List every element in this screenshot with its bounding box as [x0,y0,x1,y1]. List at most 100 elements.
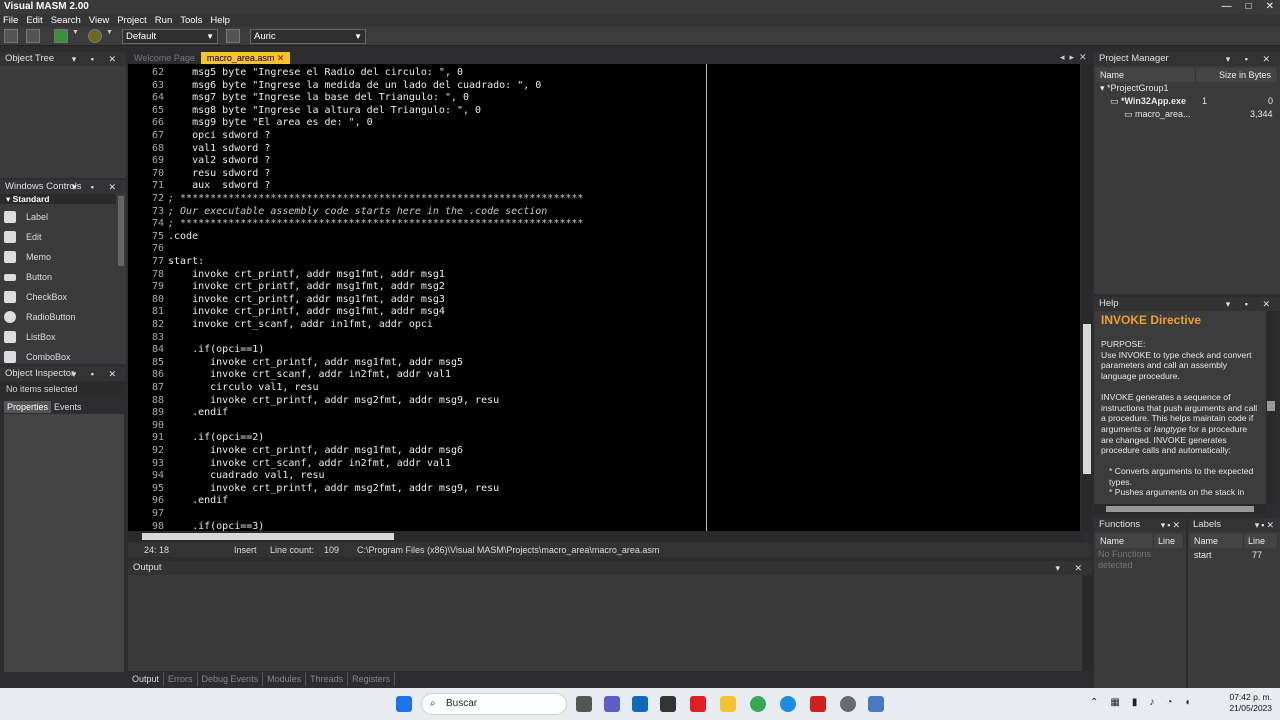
visual-masm-icon[interactable] [868,696,884,712]
code-line[interactable]: 69 val2 sdword ? [128,155,270,168]
menu-help[interactable]: Help [210,14,230,27]
control-radiobutton[interactable]: RadioButton [4,308,76,326]
tree-file[interactable]: ▭ macro_area... [1124,108,1191,121]
panel-controls-icon[interactable]: ▾ ▪ ✕ [72,52,122,66]
group-standard[interactable]: ▾ Standard [0,194,116,204]
save-all-icon[interactable] [26,29,40,43]
tab-welcome-page[interactable]: Welcome Page [128,52,201,64]
task-view-icon[interactable] [576,696,592,712]
taskbar-search[interactable]: ⌕ Buscar [421,693,567,715]
file-explorer-icon[interactable] [720,696,736,712]
taskbar-clock[interactable]: 07:42 p. m. 21/05/2023 [1229,692,1272,714]
editor-vertical-scrollbar[interactable] [1082,64,1092,531]
panel-controls-icon[interactable]: ▾ ✕ [1055,561,1088,575]
control-label[interactable]: Label [4,208,48,226]
control-checkbox[interactable]: CheckBox [4,288,67,306]
tab-properties[interactable]: Properties [4,401,52,413]
menu-tools[interactable]: Tools [180,14,202,27]
code-line[interactable]: 75 .code [128,231,198,244]
code-line[interactable]: 74 ; ************************************… [128,218,583,231]
col-size[interactable]: Size in Bytes [1196,68,1278,82]
code-line[interactable]: 83 [128,332,168,345]
tab-threads[interactable]: Threads [306,672,349,686]
scroll-thumb[interactable] [1267,401,1275,411]
code-line[interactable]: 85 invoke crt_printf, addr msg1fmt, addr… [128,357,463,370]
panel-controls-icon[interactable]: ▾ ▪ ✕ [72,367,122,381]
control-button[interactable]: Button [4,268,52,286]
code-line[interactable]: 80 invoke crt_printf, addr msg1fmt, addr… [128,294,445,307]
tab-events[interactable]: Events [51,401,85,413]
tab-macro-area[interactable]: macro_area.asm ✕ [200,52,291,64]
panel-controls-icon[interactable]: ▾ ▪ ✕ [1226,52,1276,66]
code-line[interactable]: 95 invoke crt_printf, addr msg2fmt, addr… [128,483,499,496]
code-line[interactable]: 92 invoke crt_printf, addr msg1fmt, addr… [128,445,463,458]
run-dropdown-icon[interactable]: ▼ [72,29,82,43]
windows-start-icon[interactable] [396,696,412,712]
tray-icons[interactable]: ⌃▦▮♪◔◖ [1090,697,1202,708]
code-line[interactable]: 86 invoke crt_scanf, addr in2fmt, addr v… [128,369,451,382]
tree-project[interactable]: ▭ *Win32App.exe [1110,95,1186,108]
col-name[interactable]: Name [1096,68,1196,82]
menu-edit[interactable]: Edit [26,14,42,27]
output-scrollbar[interactable] [1082,575,1092,671]
scroll-thumb[interactable] [1106,506,1254,512]
settings-icon[interactable] [840,696,856,712]
menu-view[interactable]: View [89,14,109,27]
control-listbox[interactable]: ListBox [4,328,56,346]
configuration-select[interactable]: Default ▼ [122,29,218,44]
code-line[interactable]: 76 [128,243,168,256]
code-line[interactable]: 97 [128,508,168,521]
teams-icon[interactable] [604,696,620,712]
col-name[interactable]: Name [1190,534,1244,548]
col-line[interactable]: Line [1244,534,1278,548]
code-line[interactable]: 66 msg9 byte "El area es de: ", 0 [128,117,373,130]
label-row-name[interactable]: start [1194,549,1212,562]
code-line[interactable]: 68 val1 sdword ? [128,143,270,156]
panel-controls-icon[interactable]: ▾ ▪ ✕ [72,180,122,194]
code-line[interactable]: 96 .endif [128,495,228,508]
code-line[interactable]: 65 msg8 byte "Ingrese la altura del Tria… [128,105,481,118]
code-line[interactable]: 72 ; ************************************… [128,193,583,206]
code-line[interactable]: 81 invoke crt_printf, addr msg1fmt, addr… [128,306,445,319]
col-name[interactable]: Name [1096,534,1154,548]
close-icon[interactable]: ✕ [1266,0,1274,14]
run-icon[interactable] [54,29,68,43]
theme-icon[interactable] [226,29,240,43]
code-line[interactable]: 84 .if(opci==1) [128,344,264,357]
scroll-thumb[interactable] [1083,324,1091,474]
help-scrollbar[interactable] [1266,311,1276,504]
code-line[interactable]: 87 circulo val1, resu [128,382,319,395]
code-editor[interactable]: Welcome Page macro_area.asm ✕ 62 msg5 by… [128,52,1080,532]
tab-modules[interactable]: Modules [263,672,307,686]
code-line[interactable]: 90 [128,420,168,433]
code-line[interactable]: 94 cuadrado val1, resu [128,470,325,483]
code-line[interactable]: 82 invoke crt_scanf, addr in1fmt, addr o… [128,319,433,332]
panel-controls-icon[interactable]: ▾▪✕ [1161,518,1182,532]
code-line[interactable]: 70 resu sdword ? [128,168,270,181]
tree-project-group[interactable]: ▾ *ProjectGroup1 [1100,82,1169,95]
control-combobox[interactable]: ComboBox [4,348,71,366]
menu-run[interactable]: Run [155,14,172,27]
build-icon[interactable] [88,29,102,43]
menu-project[interactable]: Project [117,14,147,27]
control-edit[interactable]: Edit [4,228,42,246]
code-line[interactable]: 91 .if(opci==2) [128,432,264,445]
minimize-icon[interactable]: — [1222,0,1232,14]
theme-select[interactable]: Auric ▼ [250,29,366,44]
chrome-icon[interactable] [750,696,766,712]
inspector-selection[interactable]: No items selected [4,382,124,396]
output-panel[interactable] [128,575,1082,671]
app-icon[interactable] [660,696,676,712]
menu-file[interactable]: File [3,14,18,27]
help-hscrollbar[interactable] [1094,504,1266,514]
edge-icon[interactable] [780,696,796,712]
menu-search[interactable]: Search [51,14,81,27]
code-line[interactable]: 93 invoke crt_scanf, addr in2fmt, addr v… [128,458,451,471]
code-line[interactable]: 89 .endif [128,407,228,420]
tab-output[interactable]: Output [128,672,165,686]
col-line[interactable]: Line [1154,534,1184,548]
save-icon[interactable] [4,29,18,43]
controls-scrollbar[interactable] [118,196,124,266]
code-line[interactable]: 78 invoke crt_printf, addr msg1fmt, addr… [128,269,445,282]
close-icon[interactable]: ✕ [277,53,285,63]
